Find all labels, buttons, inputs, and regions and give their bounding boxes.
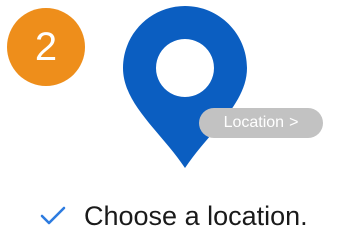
- map-pin-icon: [123, 6, 247, 168]
- step-number: 2: [34, 25, 58, 69]
- location-label: Location: [223, 114, 285, 131]
- chevron-right-icon: >: [289, 114, 299, 131]
- checkmark-icon: [40, 206, 66, 226]
- step-number-badge: 2: [7, 8, 85, 86]
- instruction-text: Choose a location.: [84, 200, 308, 231]
- location-button[interactable]: Location >: [199, 108, 323, 138]
- instruction-row: Choose a location.: [40, 196, 308, 236]
